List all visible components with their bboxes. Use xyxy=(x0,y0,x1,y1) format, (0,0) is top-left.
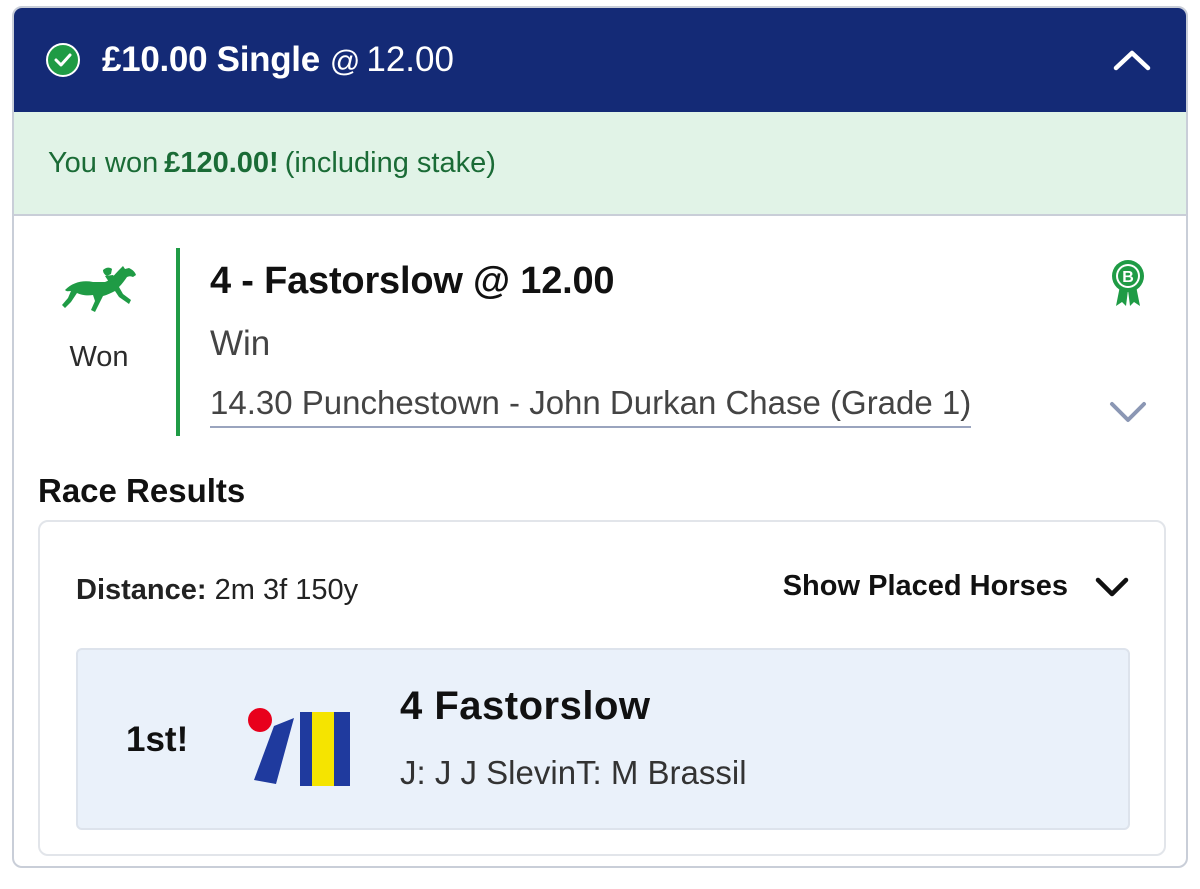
rosette-b-icon: B xyxy=(1112,260,1144,306)
event-link[interactable]: 14.30 Punchestown - John Durkan Chase (G… xyxy=(210,384,972,428)
status-bar xyxy=(176,248,180,436)
result-row: 1st! 4 Fastorslow J: J J SlevinT: M Bras… xyxy=(76,648,1130,830)
bet-header[interactable]: £10.00 Single @12.00 xyxy=(14,8,1186,112)
race-results-panel: Distance: 2m 3f 150y Show Placed Horses … xyxy=(38,520,1166,856)
chevron-up-icon[interactable] xyxy=(1110,38,1154,82)
race-distance: Distance: 2m 3f 150y xyxy=(76,574,359,606)
selection-status: Won xyxy=(44,260,154,374)
runner-name: 4 Fastorslow xyxy=(400,684,651,728)
check-circle-icon xyxy=(46,43,80,77)
finish-position: 1st! xyxy=(126,720,189,759)
show-placed-horses-button[interactable]: Show Placed Horses xyxy=(783,570,1130,603)
market-name: Win xyxy=(210,324,271,363)
bet-odds: @12.00 xyxy=(329,40,454,79)
selection-details: Won 4 - Fastorslow @ 12.00 Win 14.30 Pun… xyxy=(14,216,1186,446)
chevron-down-icon xyxy=(1095,577,1129,596)
jockey-silks-icon xyxy=(248,708,350,786)
svg-text:B: B xyxy=(1122,269,1134,286)
runner-connections: J: J J SlevinT: M Brassil xyxy=(400,754,747,791)
chevron-down-icon[interactable] xyxy=(1106,394,1150,430)
winnings-prefix: You won xyxy=(48,146,159,179)
winnings-amount: £120.00! xyxy=(164,146,279,179)
status-label: Won xyxy=(69,341,129,373)
racehorse-icon xyxy=(62,266,136,312)
winnings-suffix: (including stake) xyxy=(284,146,496,179)
bet-type-stake: £10.00 Single xyxy=(102,40,320,79)
winnings-banner: You won £120.00! (including stake) xyxy=(14,112,1186,216)
selection-title: 4 - Fastorslow @ 12.00 xyxy=(210,260,615,302)
race-results-heading: Race Results xyxy=(38,472,246,509)
bet-card: £10.00 Single @12.00 You won £120.00! (i… xyxy=(12,6,1188,868)
